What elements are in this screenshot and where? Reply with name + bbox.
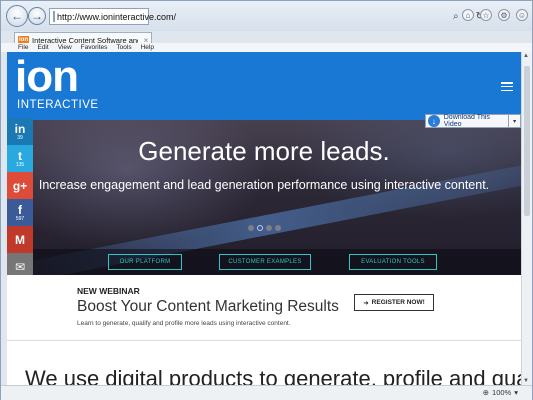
register-now-label: REGISTER NOW! bbox=[371, 299, 425, 306]
address-url[interactable]: http://www.ioninteractive.com/ bbox=[57, 12, 176, 22]
webinar-section: NEW WEBINAR Boost Your Content Marketing… bbox=[7, 275, 521, 385]
page-viewport: ion INTERACTIVE Generate more leads. Inc… bbox=[7, 52, 521, 385]
menu-favorites[interactable]: Favorites bbox=[81, 44, 108, 51]
smiley-icon[interactable]: ☺ bbox=[516, 9, 528, 21]
webinar-label: NEW WEBINAR bbox=[77, 286, 140, 296]
back-arrow-icon: ← bbox=[11, 9, 23, 23]
logo[interactable]: ion bbox=[15, 54, 79, 100]
hero-banner: Generate more leads. Increase engagement… bbox=[7, 120, 521, 275]
gear-icon[interactable]: ⚙ bbox=[498, 9, 510, 21]
googleplus-icon: g+ bbox=[12, 178, 28, 193]
facebook-share-button[interactable]: f 597 bbox=[7, 199, 33, 226]
gmail-icon: M bbox=[15, 232, 25, 247]
menu-help[interactable]: Help bbox=[141, 44, 154, 51]
search-icon[interactable]: ⌕ bbox=[453, 11, 459, 22]
back-button[interactable]: ← bbox=[6, 5, 28, 27]
status-bar: ⊕ 100% ▾ bbox=[1, 385, 532, 400]
linkedin-count: 39 bbox=[17, 134, 23, 141]
gmail-share-button[interactable]: M bbox=[7, 226, 33, 253]
zoom-icon: ⊕ bbox=[482, 388, 490, 397]
vertical-scrollbar[interactable]: ▲ ▼ bbox=[521, 52, 532, 385]
browser-command-icons: ⌂ ☆ ⚙ ☺ bbox=[462, 9, 528, 21]
webinar-title[interactable]: Boost Your Content Marketing Results bbox=[77, 298, 339, 316]
linkedin-icon: in bbox=[14, 121, 26, 136]
browser-toolbar: ← → http://www.ioninteractive.com/ ⌕ ▾ ↻… bbox=[1, 1, 532, 31]
hero-title: Generate more leads. bbox=[138, 136, 390, 166]
evaluation-tools-button[interactable]: EVALUATION TOOLS bbox=[349, 254, 437, 270]
zoom-dropdown-icon[interactable]: ▾ bbox=[514, 388, 518, 397]
email-icon: ✉ bbox=[14, 259, 26, 274]
register-now-button[interactable]: ➜ REGISTER NOW! bbox=[354, 294, 434, 311]
linkedin-share-button[interactable]: in 39 bbox=[7, 118, 33, 145]
browser-window: ← → http://www.ioninteractive.com/ ⌕ ▾ ↻… bbox=[0, 0, 533, 400]
carousel-dot[interactable] bbox=[248, 225, 254, 231]
zoom-control[interactable]: ⊕ 100% ▾ bbox=[483, 388, 518, 397]
hero-button-row: OUR PLATFORM CUSTOMER EXAMPLES EVALUATIO… bbox=[7, 249, 521, 275]
home-icon[interactable]: ⌂ bbox=[462, 9, 474, 21]
forward-button[interactable]: → bbox=[28, 7, 46, 25]
facebook-count: 597 bbox=[15, 215, 25, 222]
address-bar[interactable]: http://www.ioninteractive.com/ bbox=[49, 8, 176, 25]
customer-examples-button[interactable]: CUSTOMER EXAMPLES bbox=[219, 254, 311, 270]
carousel-dot-active[interactable] bbox=[257, 225, 263, 231]
menu-tools[interactable]: Tools bbox=[116, 44, 131, 51]
logo-subtitle: INTERACTIVE bbox=[17, 99, 99, 111]
forward-arrow-icon: → bbox=[31, 9, 43, 23]
intro-heading-partial: We use digital products to generate, pro… bbox=[25, 366, 521, 385]
webinar-description: Learn to generate, qualify and profile m… bbox=[77, 320, 291, 327]
twitter-share-button[interactable]: t 135 bbox=[7, 145, 33, 172]
social-share-bar: in 39 t 135 g+ f 597 M ✉ bbox=[7, 118, 33, 280]
menu-file[interactable]: File bbox=[18, 44, 28, 51]
carousel-dots bbox=[248, 225, 281, 231]
download-video-label: Download This Video bbox=[443, 114, 490, 128]
facebook-icon: f bbox=[18, 202, 22, 217]
twitter-icon: t bbox=[18, 148, 22, 163]
download-dropdown-icon[interactable]: ▾ bbox=[508, 115, 520, 127]
favorites-star-icon[interactable]: ☆ bbox=[480, 9, 492, 21]
section-divider bbox=[7, 340, 521, 341]
arrow-right-icon: ➜ bbox=[363, 299, 369, 307]
menu-edit[interactable]: Edit bbox=[37, 44, 48, 51]
menu-bar: File Edit View Favorites Tools Help bbox=[1, 43, 532, 52]
carousel-dot[interactable] bbox=[266, 225, 272, 231]
scroll-down-icon[interactable]: ▼ bbox=[523, 378, 529, 384]
hero-subtitle: Increase engagement and lead generation … bbox=[38, 178, 490, 192]
scrollbar-thumb[interactable] bbox=[524, 66, 530, 216]
site-header: ion INTERACTIVE bbox=[7, 52, 521, 120]
download-icon: ↓ bbox=[428, 115, 440, 127]
scroll-up-icon[interactable]: ▲ bbox=[523, 53, 529, 59]
download-video-button[interactable]: ↓ Download This Video ▾ bbox=[425, 114, 521, 128]
menu-view[interactable]: View bbox=[58, 44, 72, 51]
our-platform-button[interactable]: OUR PLATFORM bbox=[108, 254, 182, 270]
hamburger-menu-icon[interactable] bbox=[501, 82, 513, 91]
zoom-level: 100% bbox=[492, 388, 512, 397]
carousel-dot[interactable] bbox=[275, 225, 281, 231]
page-icon bbox=[53, 11, 55, 22]
twitter-count: 135 bbox=[15, 161, 25, 168]
googleplus-share-button[interactable]: g+ bbox=[7, 172, 33, 199]
